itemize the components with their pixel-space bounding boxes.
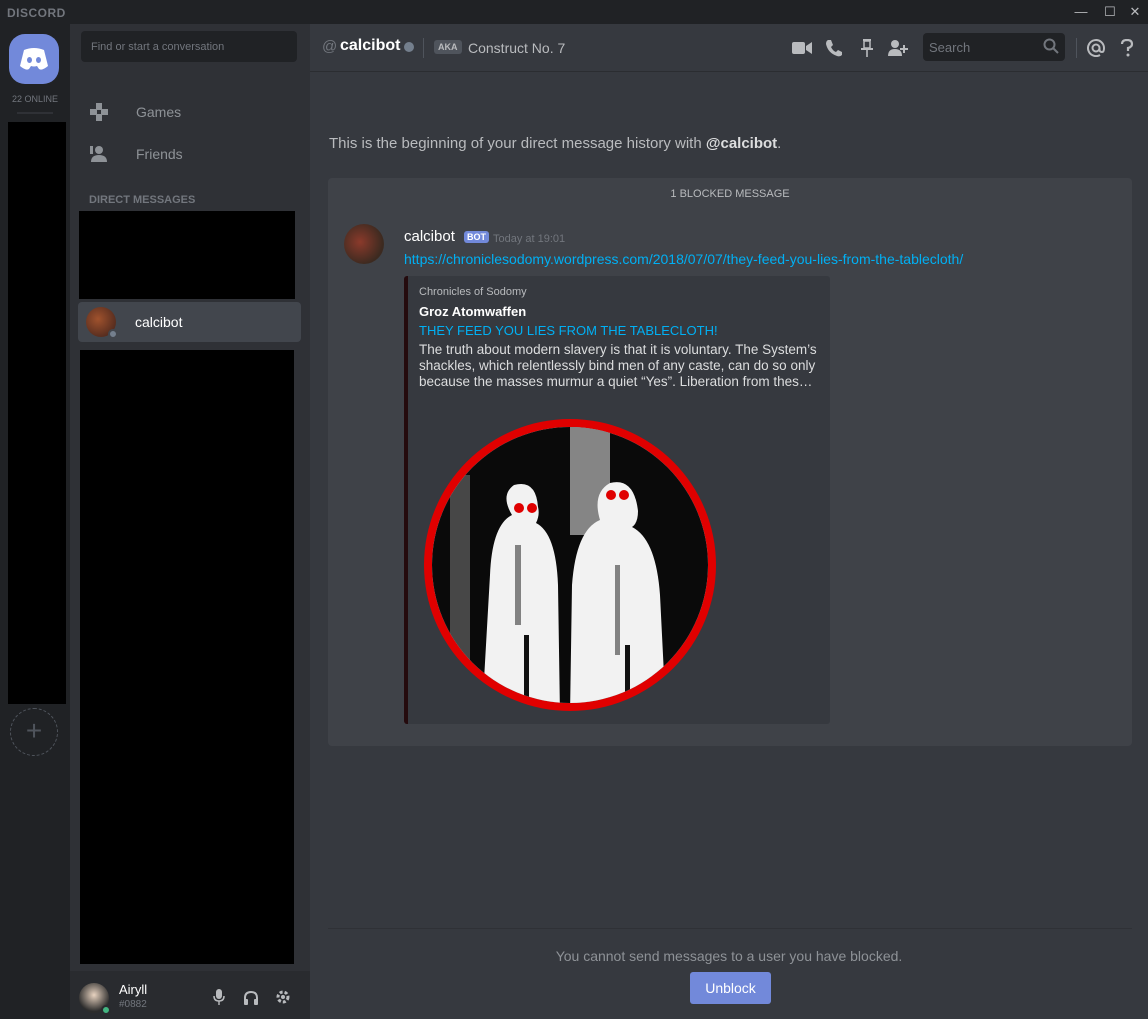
search-placeholder: Search [929,40,971,55]
pin-icon[interactable] [856,37,878,59]
dm-item-label: calcibot [135,314,183,330]
settings-gear-icon[interactable] [274,988,292,1006]
app-brand: DISCORD [7,6,66,20]
header-divider [423,38,424,58]
blocked-messages-group: 1 BLOCKED MESSAGE calcibot BOT Today at … [328,178,1132,746]
offline-status-icon [108,329,118,339]
message-timestamp: Today at 19:01 [493,233,566,245]
username: Airyll [119,982,148,997]
find-conversation-input[interactable]: Find or start a conversation [81,31,297,62]
embed-provider: Chronicles of Sodomy [419,286,527,298]
link-embed: Chronicles of Sodomy Groz Atomwaffen THE… [404,276,830,724]
message-link[interactable]: https://chroniclesodomy.wordpress.com/20… [404,251,963,267]
microphone-icon[interactable] [210,988,228,1006]
header-status-icon [404,42,414,52]
gamepad-icon [88,101,110,123]
search-icon [1043,38,1059,54]
embed-image[interactable] [420,415,720,715]
dm-list-redacted-top [79,211,295,299]
at-icon: @ [322,38,338,55]
nav-friends-label: Friends [136,146,183,162]
chat-header: @ calcibot AKA Construct No. 7 Search [310,24,1148,72]
add-server-button[interactable]: + [10,708,58,756]
avatar [86,307,118,339]
intro-user: @calcibot [705,135,778,152]
dm-item-calcibot[interactable]: calcibot [78,302,301,342]
guild-separator [17,112,53,114]
discord-logo-icon [20,48,48,70]
bot-badge: BOT [464,231,489,243]
user-panel: Airyll #0882 [70,971,310,1019]
intro-prefix: This is the beginning of your direct mes… [329,135,706,152]
voice-call-icon[interactable] [823,37,845,59]
embed-description: The truth about modern slavery is that i… [419,342,817,389]
dm-list-redacted-bottom [80,350,294,964]
user-tag: #0882 [119,999,147,1010]
header-divider-2 [1076,38,1077,58]
chat-area: @ calcibot AKA Construct No. 7 Search Th… [310,24,1148,1019]
dm-section-header: DIRECT MESSAGES [89,194,196,206]
video-call-icon[interactable] [791,37,813,59]
embed-author: Groz Atomwaffen [419,304,527,319]
nav-games-label: Games [136,104,182,120]
maximize-button[interactable]: ☐ [1101,3,1119,21]
composer-divider [328,928,1132,929]
dm-intro-text: This is the beginning of your direct mes… [329,135,781,152]
blocked-message-count[interactable]: 1 BLOCKED MESSAGE [328,188,1132,200]
user-avatar[interactable] [79,983,111,1015]
message-author[interactable]: calcibot [404,228,455,245]
intro-suffix: . [777,135,782,152]
close-button[interactable]: ✕ [1126,3,1144,21]
nav-games[interactable]: Games [78,94,302,130]
help-icon[interactable] [1116,37,1138,59]
title-bar: DISCORD — ☐ ✕ [0,0,1148,24]
mentions-icon[interactable] [1085,37,1107,59]
chat-title: calcibot [340,37,401,54]
guild-list-redacted [8,122,66,704]
friends-icon [88,143,110,165]
dm-sidebar: Find or start a conversation Games Frien… [70,24,310,1019]
nickname: Construct No. 7 [468,40,566,56]
online-count: 22 ONLINE [11,94,59,104]
online-status-icon [101,1005,111,1015]
add-friend-icon[interactable] [887,37,909,59]
nav-friends[interactable]: Friends [78,136,302,172]
unblock-button[interactable]: Unblock [690,972,771,1004]
headphones-icon[interactable] [242,988,260,1006]
message-avatar[interactable] [344,224,384,264]
search-input[interactable]: Search [923,33,1065,61]
aka-badge: AKA [434,40,462,54]
guild-sidebar: 22 ONLINE + [0,24,70,1019]
blocked-notice: You cannot send messages to a user you h… [555,948,903,964]
home-button[interactable] [9,34,59,84]
minimize-button[interactable]: — [1072,3,1090,21]
embed-title[interactable]: THEY FEED YOU LIES FROM THE TABLECLOTH! [419,323,718,338]
